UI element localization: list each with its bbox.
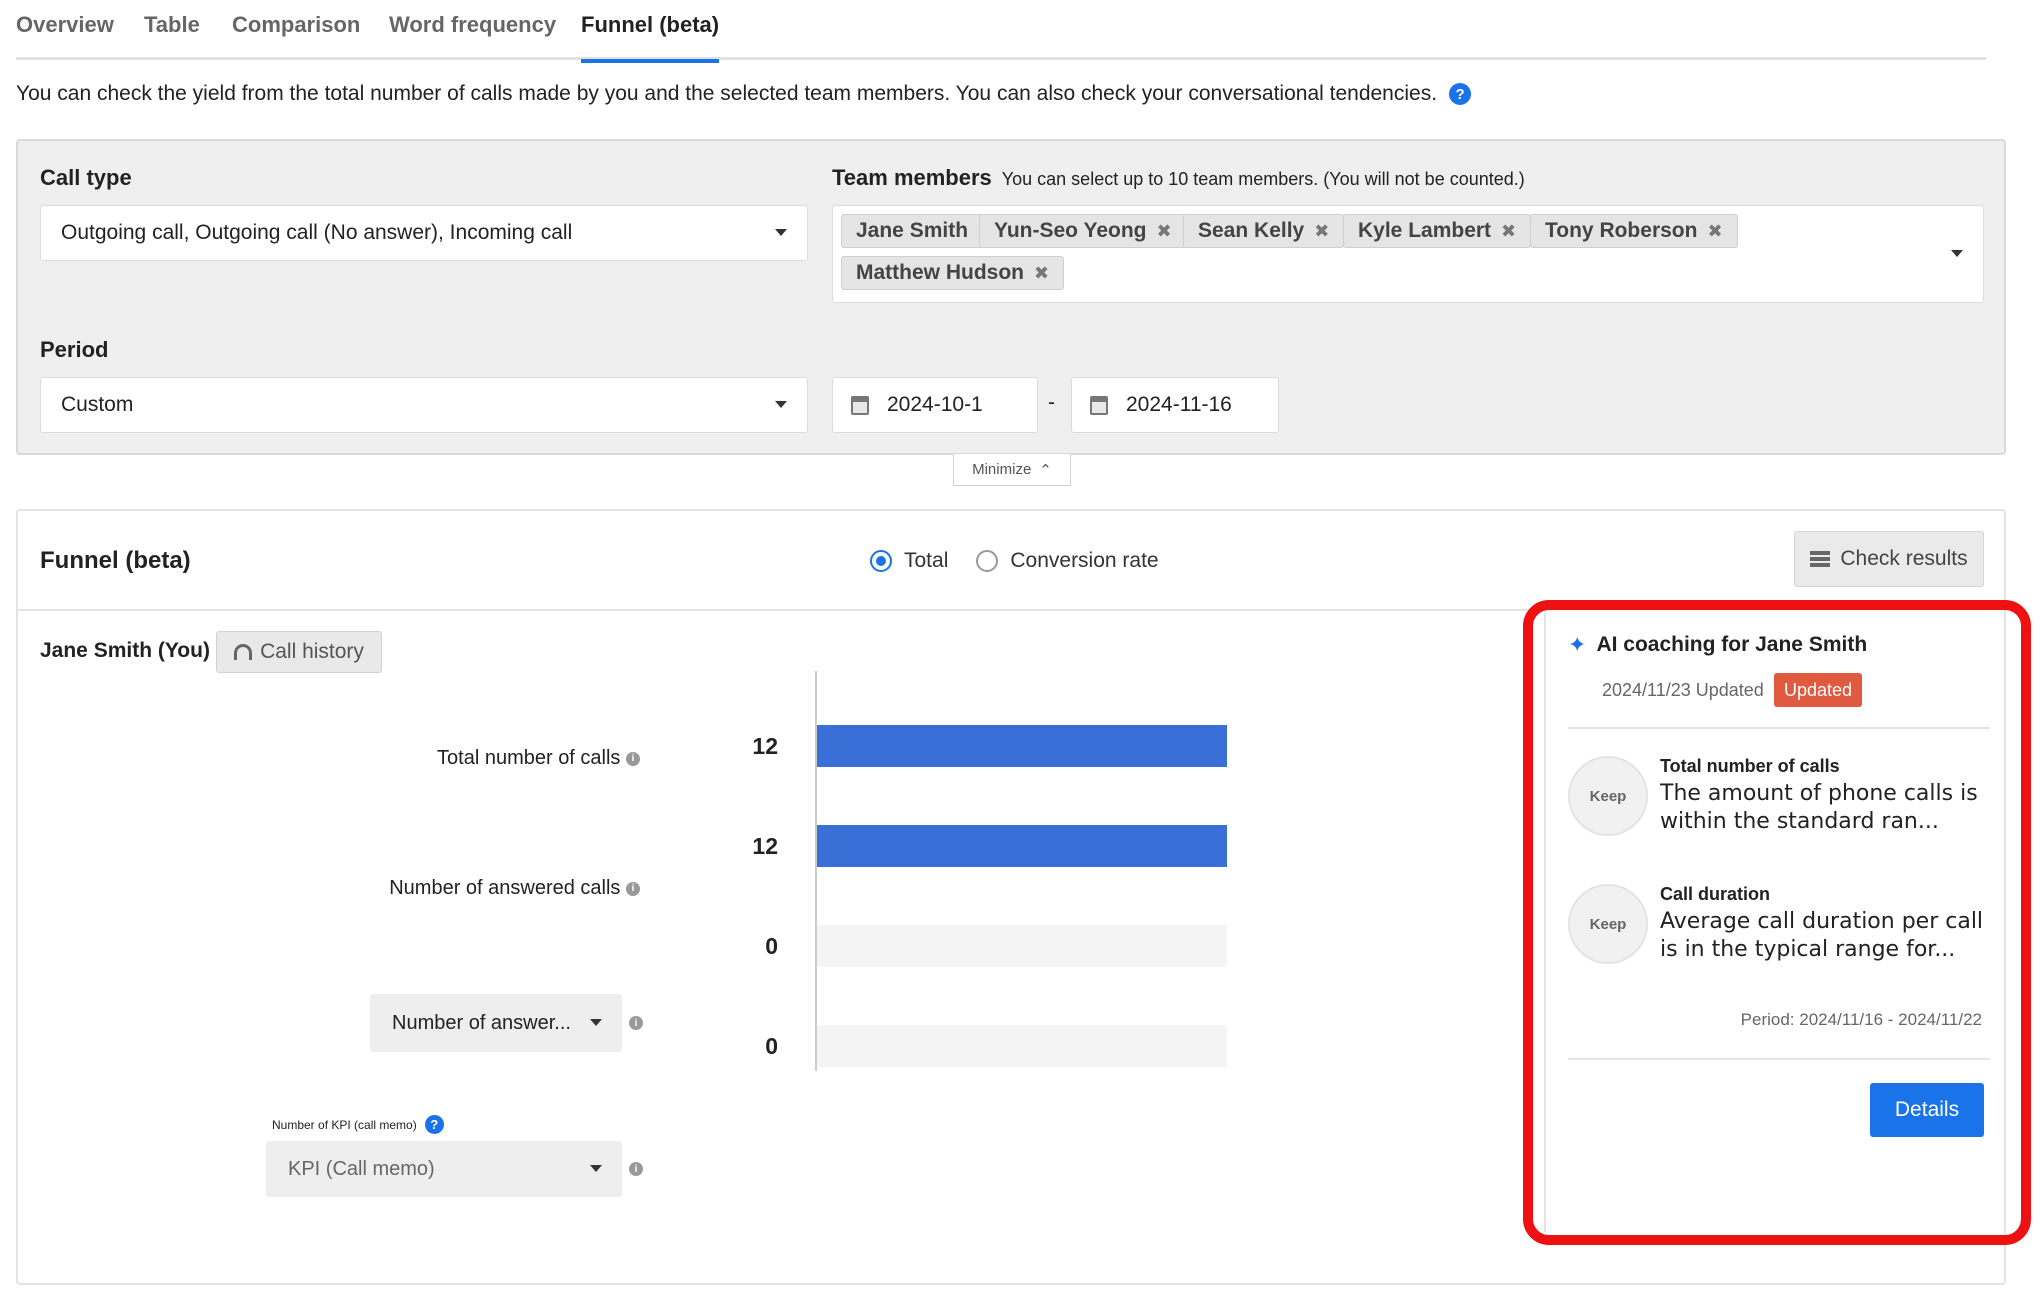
bar-value-label: 12	[752, 833, 778, 859]
tab-table[interactable]: Table	[144, 12, 200, 60]
close-icon[interactable]: ✖	[1501, 221, 1516, 242]
view-radio-group: Total Conversion rate	[870, 549, 1159, 573]
member-chip-label: Yun-Seo Yeong	[994, 219, 1147, 242]
page-description: You can check the yield from the total n…	[16, 82, 1472, 106]
calendar-icon	[851, 395, 869, 415]
tab-word-frequency[interactable]: Word frequency	[389, 12, 556, 60]
divider	[1568, 727, 1990, 729]
member-chip-label: Kyle Lambert	[1358, 219, 1492, 242]
minimize-button[interactable]: Minimize ⌃	[953, 454, 1071, 486]
funnel-title: Funnel (beta)	[40, 547, 191, 574]
member-chip-label: Matthew Hudson	[856, 261, 1024, 284]
bar-value-label: 12	[752, 733, 778, 759]
radio-total-label: Total	[904, 549, 949, 572]
tab-comparison[interactable]: Comparison	[232, 12, 360, 60]
bar-value-label: 0	[765, 933, 778, 959]
status-badge: Updated	[1774, 673, 1863, 707]
close-icon[interactable]: ✖	[1034, 263, 1049, 284]
coaching-item-title: Total number of calls	[1660, 756, 1840, 776]
coaching-period: Period: 2024/11/16 - 2024/11/22	[1740, 1010, 1982, 1029]
bar-value-label: 0	[765, 1033, 778, 1059]
period-label: Period	[40, 337, 109, 362]
user-name: Jane Smith (You)	[40, 639, 210, 662]
member-chip-label: Sean Kelly	[1198, 219, 1305, 242]
member-chip: Matthew Hudson ✖	[841, 256, 1065, 290]
minimize-label: Minimize	[972, 461, 1032, 478]
sparkle-icon: ✦	[1568, 632, 1587, 657]
team-members-select[interactable]: Jane Smith Yun-Seo Yeong ✖ Sean Kelly ✖ Ky…	[832, 205, 1984, 303]
call-type-label: Call type	[40, 165, 132, 190]
tab-overview[interactable]: Overview	[16, 12, 114, 60]
keep-badge: Keep	[1568, 884, 1648, 964]
radio-circle	[870, 550, 892, 572]
team-members-label: Team members You can select up to 10 team…	[832, 165, 1525, 191]
coaching-title: ✦ AI coaching for Jane Smith	[1568, 632, 1867, 658]
radio-circle	[976, 550, 999, 572]
chevron-up-icon: ⌃	[1039, 461, 1052, 479]
date-separator: -	[1048, 391, 1055, 414]
date-to-input[interactable]: 2024-11-16	[1071, 377, 1279, 433]
radio-conversion-rate[interactable]: Conversion rate	[976, 549, 1159, 573]
check-results-label: Check results	[1840, 547, 1968, 570]
funnel-bar	[817, 725, 1227, 767]
chevron-down-icon	[775, 401, 787, 408]
bar-track	[817, 925, 1227, 967]
coaching-updated-date: 2024/11/23 Updated	[1602, 680, 1764, 700]
close-icon[interactable]: ✖	[1156, 221, 1171, 242]
member-chip: Tony Roberson ✖	[1530, 214, 1738, 248]
divider	[1568, 1058, 1990, 1060]
member-chip-label: Tony Roberson	[1545, 219, 1698, 242]
radio-conversion-label: Conversion rate	[1010, 549, 1159, 572]
member-chip-label: Jane Smith	[856, 219, 969, 242]
tab-bar: Overview Table Comparison Word frequency…	[16, 0, 1986, 63]
date-to-value: 2024-11-16	[1126, 393, 1232, 416]
team-members-note: You can select up to 10 team members. (Y…	[1001, 169, 1525, 189]
filter-panel: Call type Outgoing call, Outgoing call (…	[16, 139, 2006, 455]
coaching-title-text: AI coaching for Jane Smith	[1596, 633, 1868, 656]
funnel-header: Funnel (beta) Total Conversion rate Chec…	[18, 511, 2004, 611]
question-circle-icon[interactable]: ?	[1449, 83, 1472, 105]
coaching-item-text: Average call duration per call is in the…	[1660, 909, 1984, 962]
close-icon[interactable]: ✖	[1314, 221, 1329, 242]
check-results-button[interactable]: Check results	[1794, 531, 1984, 587]
date-from-input[interactable]: 2024-10-1	[832, 377, 1038, 433]
details-button[interactable]: Details	[1870, 1083, 1984, 1137]
description-text: You can check the yield from the total n…	[16, 82, 1438, 105]
bar-track	[817, 1025, 1227, 1067]
coaching-item-title: Call duration	[1660, 884, 1771, 904]
tab-funnel[interactable]: Funnel (beta)	[581, 12, 720, 63]
period-select[interactable]: Custom	[40, 377, 808, 433]
member-chip: Yun-Seo Yeong ✖	[979, 214, 1187, 248]
date-from-value: 2024-10-1	[887, 393, 983, 416]
headset-icon	[234, 644, 253, 660]
call-type-value: Outgoing call, Outgoing call (No answer)…	[61, 221, 573, 244]
funnel-chart: 12 12 0 0	[752, 671, 1227, 1071]
call-history-button[interactable]: Call history	[216, 631, 382, 673]
funnel-bar	[817, 825, 1227, 867]
call-type-select[interactable]: Outgoing call, Outgoing call (No answer)…	[40, 205, 808, 261]
member-chip: Sean Kelly ✖	[1183, 214, 1345, 248]
keep-badge: Keep	[1568, 756, 1648, 836]
radio-total[interactable]: Total	[870, 549, 948, 573]
member-chip: Kyle Lambert ✖	[1343, 214, 1532, 248]
period-value: Custom	[61, 393, 134, 416]
calendar-icon	[1090, 395, 1108, 415]
team-members-label-text: Team members	[832, 165, 992, 190]
ai-coaching-panel: ✦ AI coaching for Jane Smith 2024/11/23 …	[1544, 610, 2004, 1232]
close-icon[interactable]: ✖	[1707, 221, 1722, 242]
table-icon	[1810, 551, 1831, 567]
chevron-down-icon	[775, 229, 787, 236]
coaching-item-text: The amount of phone calls is within the …	[1660, 781, 1978, 834]
call-history-label: Call history	[260, 640, 364, 663]
member-chip: Jane Smith	[841, 214, 984, 248]
chevron-down-icon	[1951, 250, 1963, 257]
